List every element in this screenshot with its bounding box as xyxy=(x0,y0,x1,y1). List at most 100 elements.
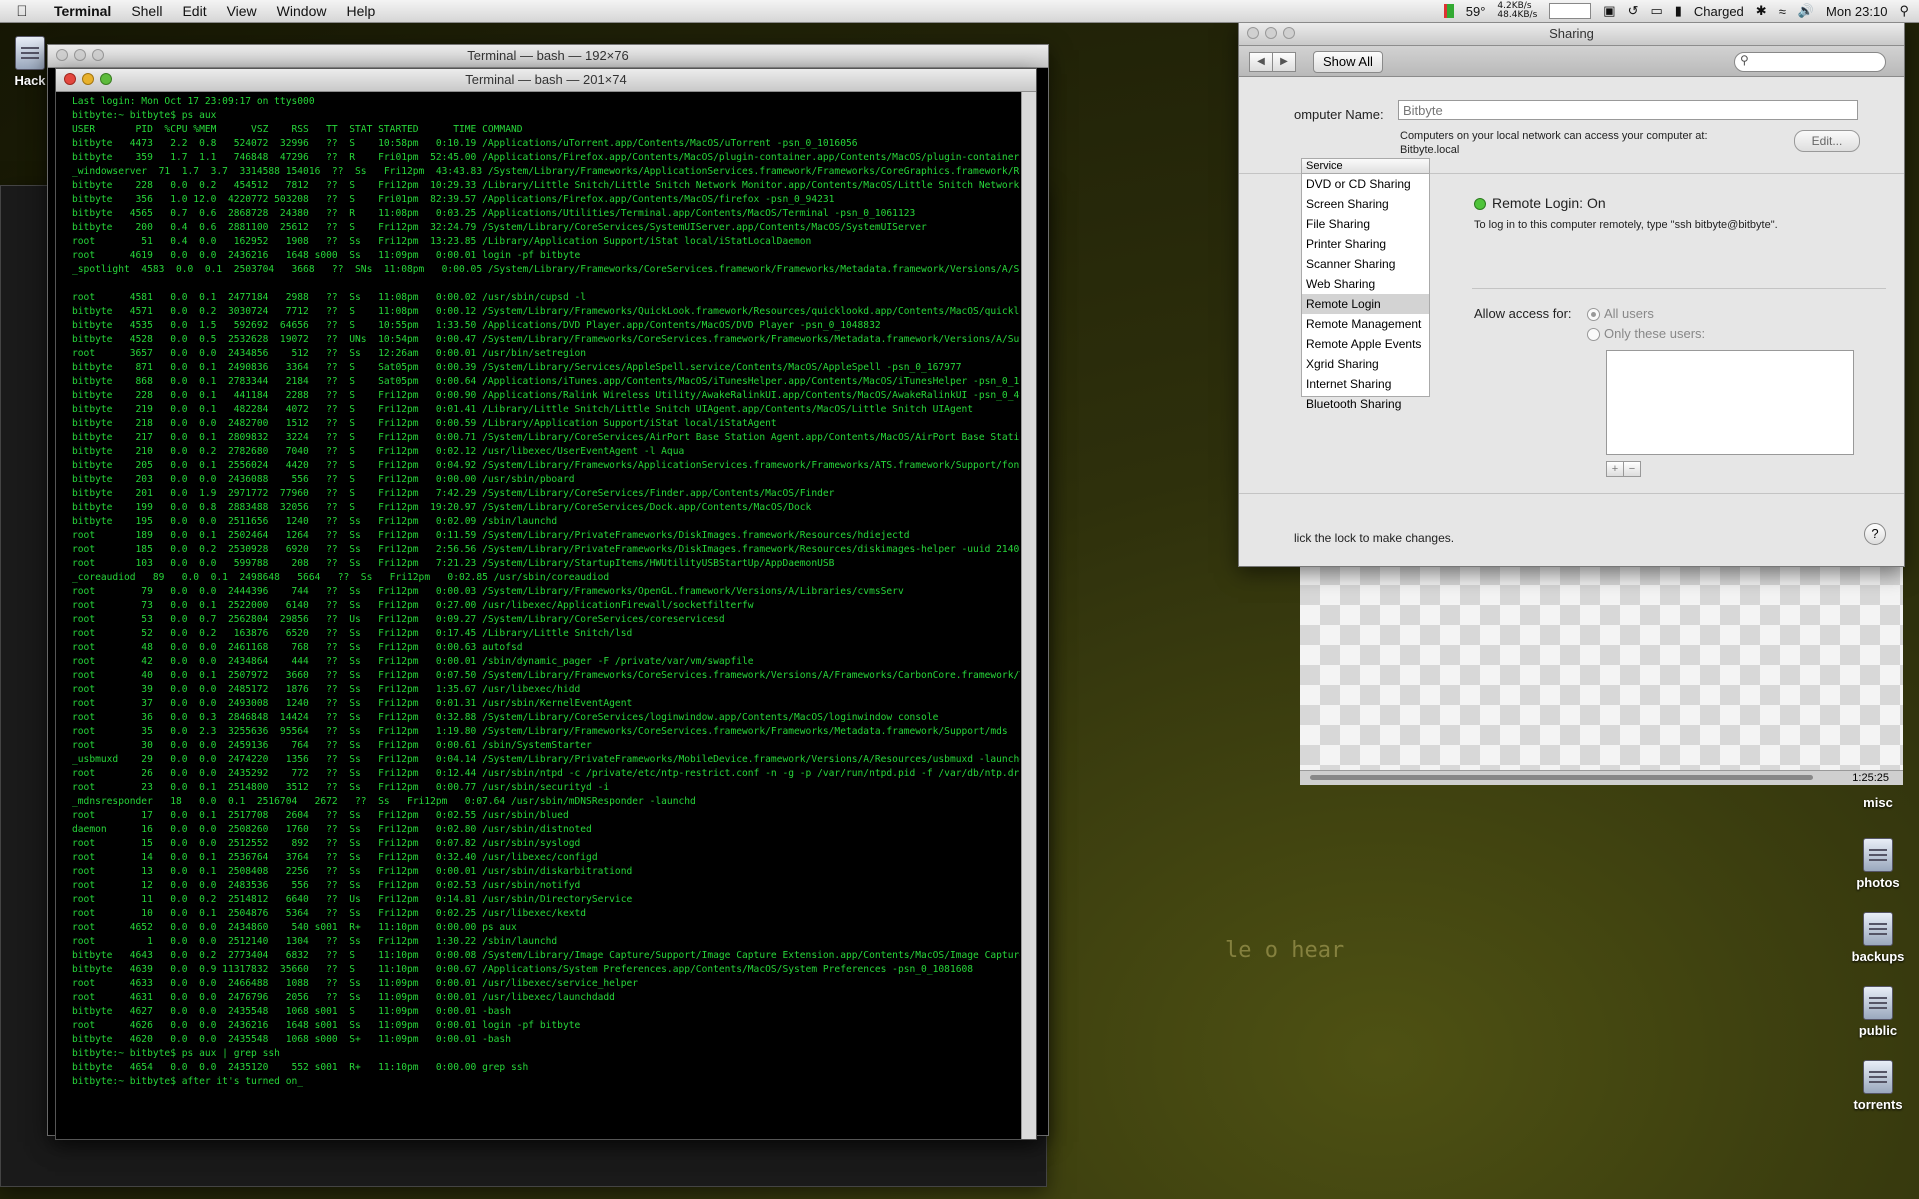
zoom-icon[interactable] xyxy=(1283,27,1295,39)
show-all-button[interactable]: Show All xyxy=(1313,51,1383,73)
menu-app-name[interactable]: Terminal xyxy=(44,3,121,19)
service-web-sharing[interactable]: Web Sharing xyxy=(1302,274,1429,294)
bluetooth-icon[interactable]: ✱ xyxy=(1756,3,1767,19)
service-remote-apple-events[interactable]: Remote Apple Events xyxy=(1302,334,1429,354)
terminal-line: root 35 0.0 2.3 3255636 95564 ?? Ss Fri1… xyxy=(72,726,1008,737)
terminal-output[interactable]: Last login: Mon Oct 17 23:09:17 on ttys0… xyxy=(56,92,1020,1139)
terminal-line: bitbyte 356 1.0 12.0 4220772 503208 ?? S… xyxy=(72,194,835,205)
terminal-front-titlebar[interactable]: Terminal — bash — 201×74 xyxy=(56,69,1036,92)
radio-icon xyxy=(1587,328,1600,342)
service-list[interactable]: Service DVD or CD Sharing Screen Sharing… xyxy=(1301,158,1430,411)
activity-graph-icon[interactable] xyxy=(1549,3,1592,19)
desktop-drive-label: torrents xyxy=(1853,1097,1903,1112)
edit-button[interactable]: Edit... xyxy=(1794,130,1860,152)
service-bluetooth-sharing[interactable]: Bluetooth Sharing xyxy=(1302,394,1429,414)
sharing-titlebar[interactable]: Sharing xyxy=(1239,23,1904,46)
timeline-bar[interactable] xyxy=(1310,775,1813,780)
monitor-icon[interactable]: ▭ xyxy=(1650,3,1662,19)
service-xgrid-sharing[interactable]: Xgrid Sharing xyxy=(1302,354,1429,374)
terminal-line: bitbyte 228 0.0 0.1 441184 2288 ?? S Fri… xyxy=(72,390,1020,401)
minimize-icon[interactable] xyxy=(82,73,94,85)
search-input[interactable]: ⚲ xyxy=(1734,52,1886,72)
terminal-back-titlebar[interactable]: Terminal — bash — 192×76 xyxy=(48,45,1048,68)
computer-name-field[interactable]: Bitbyte xyxy=(1398,100,1858,120)
help-button[interactable]: ? xyxy=(1864,523,1886,545)
volume-icon[interactable]: 🔊 xyxy=(1798,3,1814,19)
service-screen-sharing[interactable]: Screen Sharing xyxy=(1302,194,1429,214)
terminal-line: root 11 0.0 0.2 2514812 6640 ?? Us Fri12… xyxy=(72,894,633,905)
terminal-line: bitbyte:~ bitbyte$ ps aux xyxy=(72,110,217,121)
close-icon[interactable] xyxy=(64,73,76,85)
terminal-line: root 4652 0.0 0.0 2434860 540 s001 R+ 11… xyxy=(72,922,517,933)
media-timeline[interactable]: 1:25:25 xyxy=(1300,770,1903,785)
service-internet-sharing[interactable]: Internet Sharing xyxy=(1302,374,1429,394)
cpu-meter-icon[interactable] xyxy=(1443,4,1454,18)
terminal-line: bitbyte 4639 0.0 0.9 11317832 35660 ?? S… xyxy=(72,964,974,975)
users-list[interactable] xyxy=(1606,350,1854,455)
desktop-drive-label: photos xyxy=(1856,875,1900,890)
terminal-line: USER PID %CPU %MEM VSZ RSS TT STAT START… xyxy=(72,124,523,135)
terminal-line: root 103 0.0 0.0 599788 208 ?? Ss Fri12p… xyxy=(72,558,835,569)
terminal-line: bitbyte 201 0.0 1.9 2971772 77960 ?? S F… xyxy=(72,488,835,499)
terminal-scrollbar[interactable] xyxy=(1021,92,1036,1139)
network-meter[interactable]: 4.2KB/s 48.4KB/s xyxy=(1497,2,1537,20)
terminal-line: root 26 0.0 0.0 2435292 772 ?? Ss Fri12p… xyxy=(72,768,1020,779)
temperature-reading[interactable]: 59° xyxy=(1466,4,1486,19)
terminal-line: root 4626 0.0 0.0 2436216 1648 s001 Ss 1… xyxy=(72,1020,581,1031)
sharing-window[interactable]: Sharing ◀ ▶ Show All ⚲ omputer Name: Bit… xyxy=(1238,22,1905,567)
service-printer-sharing[interactable]: Printer Sharing xyxy=(1302,234,1429,254)
terminal-line: bitbyte 4627 0.0 0.0 2435548 1068 s001 S… xyxy=(72,1006,511,1017)
desktop-drive-photos[interactable]: photos xyxy=(1838,838,1918,890)
menu-shell[interactable]: Shell xyxy=(121,3,172,19)
service-remote-management[interactable]: Remote Management xyxy=(1302,314,1429,334)
menu-view[interactable]: View xyxy=(217,3,267,19)
minimize-icon[interactable] xyxy=(74,49,86,61)
forward-arrow-icon[interactable]: ▶ xyxy=(1272,52,1296,72)
minimize-icon[interactable] xyxy=(1265,27,1277,39)
menu-help[interactable]: Help xyxy=(336,3,385,19)
drive-icon xyxy=(1863,986,1893,1020)
desktop-drive-misc[interactable]: misc xyxy=(1838,795,1918,810)
apple-menu-icon[interactable]:  xyxy=(0,3,44,20)
drive-icon xyxy=(1863,912,1893,946)
service-dvd-cd-sharing[interactable]: DVD or CD Sharing xyxy=(1302,174,1429,194)
zoom-icon[interactable] xyxy=(100,73,112,85)
battery-icon[interactable]: ▮ xyxy=(1675,3,1682,19)
radio-only-these-users[interactable]: Only these users: xyxy=(1587,326,1706,342)
desktop-drive-backups[interactable]: backups xyxy=(1838,912,1918,964)
desktop-drive-public[interactable]: public xyxy=(1838,986,1918,1038)
service-scanner-sharing[interactable]: Scanner Sharing xyxy=(1302,254,1429,274)
zoom-icon[interactable] xyxy=(92,49,104,61)
terminal-line: root 48 0.0 0.0 2461168 768 ?? Ss Fri12p… xyxy=(72,642,523,653)
menu-edit[interactable]: Edit xyxy=(172,3,216,19)
display-icon[interactable]: ▣ xyxy=(1603,3,1615,19)
spotlight-icon[interactable]: ⚲ xyxy=(1899,3,1909,19)
close-icon[interactable] xyxy=(56,49,68,61)
terminal-line: bitbyte 4654 0.0 0.0 2435120 552 s001 R+… xyxy=(72,1062,529,1073)
add-user-button[interactable]: + xyxy=(1606,461,1624,477)
terminal-line: daemon 16 0.0 0.0 2508260 1760 ?? Ss Fri… xyxy=(72,824,592,835)
terminal-line: root 189 0.0 0.1 2502464 1264 ?? Ss Fri1… xyxy=(72,530,910,541)
terminal-line: bitbyte 199 0.0 0.8 2883488 32056 ?? S F… xyxy=(72,502,812,513)
wallpaper-text: le o hear xyxy=(1225,938,1345,963)
menu-window[interactable]: Window xyxy=(267,3,337,19)
battery-status[interactable]: Charged xyxy=(1694,4,1744,19)
terminal-line: bitbyte 210 0.0 0.2 2782680 7040 ?? S Fr… xyxy=(72,446,685,457)
clock[interactable]: Mon 23:10 xyxy=(1826,4,1887,19)
wifi-icon[interactable]: ≈ xyxy=(1779,4,1786,19)
service-file-sharing[interactable]: File Sharing xyxy=(1302,214,1429,234)
terminal-window-front[interactable]: Terminal — bash — 201×74 Last login: Mon… xyxy=(55,68,1037,1140)
radio-only-users-label: Only these users: xyxy=(1604,326,1706,341)
close-icon[interactable] xyxy=(1247,27,1259,39)
sync-icon[interactable]: ↺ xyxy=(1628,3,1639,19)
terminal-line: root 3657 0.0 0.0 2434856 512 ?? Ss 12:2… xyxy=(72,348,587,359)
service-remote-login[interactable]: Remote Login xyxy=(1302,294,1429,314)
back-arrow-icon[interactable]: ◀ xyxy=(1249,52,1273,72)
remove-user-button[interactable]: − xyxy=(1623,461,1641,477)
divider xyxy=(1472,288,1886,289)
radio-all-users[interactable]: All users xyxy=(1587,306,1654,322)
sharing-toolbar: ◀ ▶ Show All ⚲ xyxy=(1239,46,1904,77)
desktop-drive-torrents[interactable]: torrents xyxy=(1838,1060,1918,1112)
radio-all-users-label: All users xyxy=(1604,306,1654,321)
terminal-line: Last login: Mon Oct 17 23:09:17 on ttys0… xyxy=(72,96,315,107)
